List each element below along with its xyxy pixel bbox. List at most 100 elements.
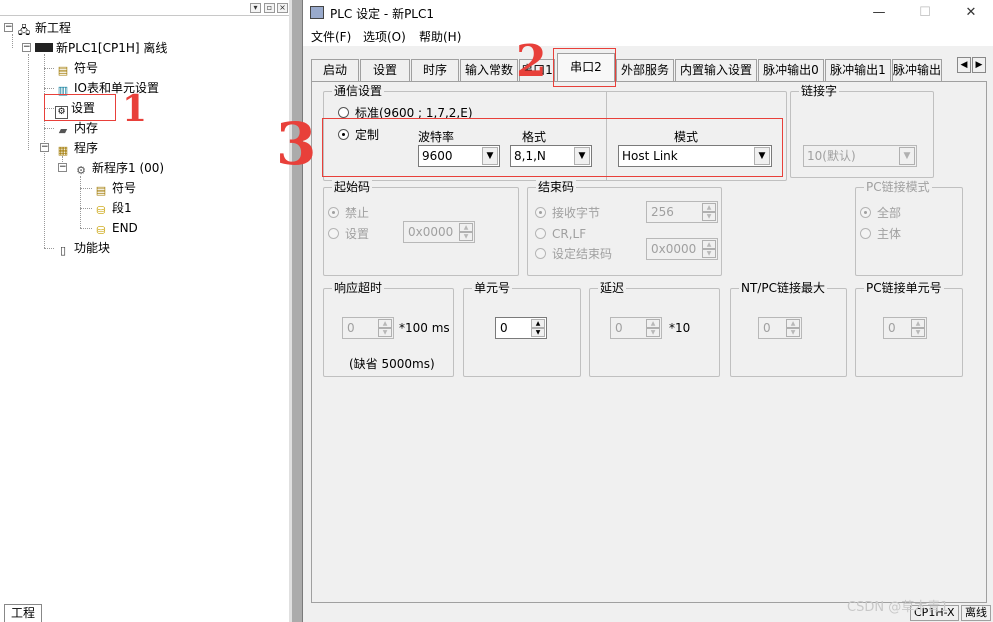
symbols-icon: ▤ — [95, 184, 107, 197]
status-mode: 离线 — [961, 605, 991, 621]
delay-spinner[interactable]: 0 ▲ ▼ — [610, 317, 662, 339]
close-panel-icon[interactable]: × — [277, 3, 288, 13]
menu-file[interactable]: 文件(F) — [311, 28, 351, 45]
tab-pulse-output-1[interactable]: 脉冲输出1 — [825, 59, 891, 81]
start-disable-label: 禁止 — [345, 206, 370, 220]
tree-item-symbols[interactable]: ▤ 符号 — [55, 58, 98, 78]
spin-down-icon[interactable]: ▼ — [702, 249, 716, 258]
spin-up-icon[interactable]: ▲ — [702, 240, 716, 249]
spin-down-icon[interactable]: ▼ — [378, 328, 392, 337]
maximize-button[interactable]: ☐ — [902, 0, 948, 26]
receive-bytes-label: 接收字节 — [552, 206, 601, 220]
menu-help[interactable]: 帮助(H) — [419, 28, 461, 45]
radio-dot — [860, 228, 871, 239]
dropdown-icon[interactable]: ▾ — [250, 3, 261, 13]
radio-dot — [535, 207, 546, 218]
plc-settings-dialog: PLC 设定 - 新PLC1 — ☐ ✕ 文件(F) 选项(O) 帮助(H) 启… — [302, 0, 993, 622]
program-icon: ⚙ — [76, 164, 86, 177]
tree-label: 内存 — [74, 121, 99, 135]
response-timeout-value: 0 — [347, 321, 355, 335]
start-set-radio[interactable]: 设置 — [328, 227, 369, 241]
crlf-radio[interactable]: CR,LF — [535, 227, 586, 241]
tree-collapse-programs[interactable]: − — [40, 143, 49, 152]
link-word-select[interactable]: 10(默认) ▼ — [803, 145, 917, 167]
spin-up-icon[interactable]: ▲ — [378, 319, 392, 328]
app-icon — [310, 6, 324, 19]
tab-input-constants[interactable]: 输入常数 — [460, 59, 518, 81]
spin-up-icon[interactable]: ▲ — [646, 319, 660, 328]
pin-icon[interactable]: ▫ — [264, 3, 275, 13]
link-word-title: 链接字 — [799, 84, 840, 98]
tab-startup[interactable]: 启动 — [311, 59, 359, 81]
tab-strip: 启动 设置 时序 输入常数 串口1 串口2 外部服务 内置输入设置 脉冲输出0 … — [311, 51, 991, 81]
tab-builtin-input[interactable]: 内置输入设置 — [675, 59, 757, 81]
pc-link-all-radio[interactable]: 全部 — [860, 206, 901, 220]
tree-item-program-symbols[interactable]: ▤ 符号 — [93, 178, 136, 198]
spin-up-icon[interactable]: ▲ — [531, 319, 545, 328]
tree-label: 段1 — [112, 201, 132, 215]
tab-settings[interactable]: 设置 — [360, 59, 410, 81]
receive-bytes-value: 256 — [651, 205, 674, 219]
tree-item-program1[interactable]: ⚙ 新程序1 (00) — [73, 158, 164, 178]
spin-down-icon[interactable]: ▼ — [702, 212, 716, 221]
tab-timing[interactable]: 时序 — [411, 59, 459, 81]
tab-scroll-right-icon[interactable]: ▶ — [972, 57, 986, 73]
tree-label: 符号 — [74, 61, 99, 75]
spin-down-icon[interactable]: ▼ — [646, 328, 660, 337]
spin-down-icon[interactable]: ▼ — [911, 328, 925, 337]
spin-down-icon[interactable]: ▼ — [459, 232, 473, 241]
tab-scroll-left-icon[interactable]: ◀ — [957, 57, 971, 73]
tab-external-service[interactable]: 外部服务 — [616, 59, 674, 81]
pc-link-unit-value: 0 — [888, 321, 896, 335]
spin-up-icon[interactable]: ▲ — [459, 223, 473, 232]
response-timeout-spinner[interactable]: 0 ▲ ▼ — [342, 317, 394, 339]
spin-up-icon[interactable]: ▲ — [911, 319, 925, 328]
close-button[interactable]: ✕ — [948, 0, 993, 26]
tab-serial-port-2[interactable]: 串口2 — [557, 53, 615, 81]
tree-item-programs[interactable]: ▦ 程序 — [55, 138, 98, 158]
tree-collapse-program1[interactable]: − — [58, 163, 67, 172]
tree-label: 新PLC1[CP1H] 离线 — [56, 41, 168, 55]
spin-up-icon[interactable]: ▲ — [786, 319, 800, 328]
start-code-spinner[interactable]: 0x0000 ▲ ▼ — [403, 221, 475, 243]
tree-panel-header: ▾ ▫ × — [0, 0, 292, 16]
menu-bar: 文件(F) 选项(O) 帮助(H) — [303, 26, 993, 46]
section-icon: ⛁ — [96, 204, 106, 217]
tree-item-memory[interactable]: ▰ 内存 — [55, 118, 98, 138]
tree-item-end[interactable]: ⛁ END — [93, 218, 137, 238]
tree-collapse-root[interactable]: − — [4, 23, 13, 32]
receive-bytes-spinner[interactable]: 256 ▲ ▼ — [646, 201, 718, 223]
unit-number-value: 0 — [500, 321, 508, 335]
tab-pulse-output-0[interactable]: 脉冲输出0 — [758, 59, 824, 81]
tree-item-function-blocks[interactable]: ▯ 功能块 — [55, 238, 110, 258]
spin-up-icon[interactable]: ▲ — [702, 203, 716, 212]
tree-item-root[interactable]: 🖧 新工程 — [16, 18, 71, 38]
crlf-label: CR,LF — [552, 227, 587, 241]
end-code-spinner[interactable]: 0x0000 ▲ ▼ — [646, 238, 718, 260]
menu-options[interactable]: 选项(O) — [363, 28, 406, 45]
start-code-value: 0x0000 — [408, 225, 454, 239]
annotation-number-1: 1 — [122, 88, 148, 130]
set-end-code-radio[interactable]: 设定结束码 — [535, 247, 612, 261]
annotation-number-3: 3 — [276, 110, 317, 178]
start-disable-radio[interactable]: 禁止 — [328, 206, 369, 220]
annotation-box-comm-settings — [322, 118, 783, 177]
project-icon: 🖧 — [17, 24, 31, 37]
spin-down-icon[interactable]: ▼ — [786, 328, 800, 337]
tree-collapse-plc[interactable]: − — [22, 43, 31, 52]
pc-link-master-radio[interactable]: 主体 — [860, 227, 901, 241]
tree-item-section1[interactable]: ⛁ 段1 — [93, 198, 132, 218]
set-end-code-label: 设定结束码 — [552, 247, 613, 261]
window-title: PLC 设定 - 新PLC1 — [330, 7, 435, 21]
minimize-button[interactable]: — — [856, 0, 902, 26]
pc-link-unit-spinner[interactable]: 0 ▲ ▼ — [883, 317, 927, 339]
tab-project[interactable]: 工程 — [4, 604, 43, 622]
tree-label: 程序 — [74, 141, 99, 155]
delay-value: 0 — [615, 321, 623, 335]
unit-number-spinner[interactable]: 0 ▲ ▼ — [495, 317, 547, 339]
receive-bytes-radio[interactable]: 接收字节 — [535, 206, 600, 220]
nt-pc-link-max-spinner[interactable]: 0 ▲ ▼ — [758, 317, 802, 339]
tab-pulse-output-2[interactable]: 脉冲输出 — [892, 59, 942, 81]
spin-down-icon[interactable]: ▼ — [531, 328, 545, 337]
tree-item-plc[interactable]: 新PLC1[CP1H] 离线 — [35, 38, 167, 58]
